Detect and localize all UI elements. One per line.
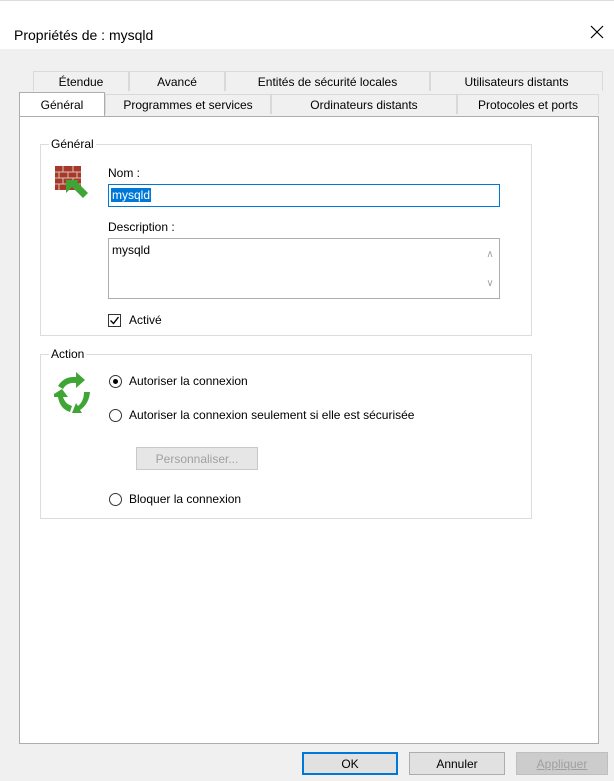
tab-panel-general: Général Nom : mysqld Description : mysql… <box>19 116 599 744</box>
scroll-down-icon[interactable]: ∨ <box>485 279 495 289</box>
block-connection-radio[interactable] <box>109 493 122 506</box>
tab-protocoles-ports[interactable]: Protocoles et ports <box>457 94 599 114</box>
tab-ordinateurs-distants[interactable]: Ordinateurs distants <box>271 94 457 114</box>
allow-secure-connection-label: Autoriser la connexion seulement si elle… <box>129 408 415 422</box>
action-group: Action Autoriser la connexion Autoriser … <box>40 347 532 519</box>
general-group: Général Nom : mysqld Description : mysql… <box>40 137 532 336</box>
checkmark-icon <box>110 316 119 325</box>
cancel-button[interactable]: Annuler <box>409 752 505 775</box>
name-input-value: mysqld <box>111 188 152 202</box>
close-icon <box>590 25 604 39</box>
firewall-brick-icon <box>55 166 88 198</box>
description-label: Description : <box>108 220 175 234</box>
name-input[interactable]: mysqld <box>108 184 500 207</box>
title-bar: Propriétés de : mysqld <box>0 1 614 49</box>
enabled-label: Activé <box>129 313 162 327</box>
tab-avance[interactable]: Avancé <box>129 71 225 91</box>
general-group-title: Général <box>49 137 96 151</box>
name-label: Nom : <box>108 166 141 180</box>
allow-connection-label: Autoriser la connexion <box>129 374 248 388</box>
tab-programmes-services[interactable]: Programmes et services <box>105 94 271 114</box>
apply-button[interactable]: Appliquer <box>516 752 608 775</box>
action-group-title: Action <box>49 347 87 361</box>
radio-selected-dot <box>113 379 118 384</box>
close-button[interactable] <box>586 21 608 43</box>
scroll-up-icon[interactable]: ∧ <box>485 250 495 260</box>
allow-secure-connection-radio[interactable] <box>109 409 122 422</box>
block-connection-label: Bloquer la connexion <box>129 492 242 506</box>
tab-general[interactable]: Général <box>19 92 105 116</box>
tab-entites-securite-locales[interactable]: Entités de sécurité locales <box>225 71 430 91</box>
tab-utilisateurs-distants[interactable]: Utilisateurs distants <box>430 71 603 91</box>
allow-connection-radio[interactable] <box>109 375 122 388</box>
tab-etendue[interactable]: Étendue <box>33 71 129 91</box>
ok-button[interactable]: OK <box>302 752 398 775</box>
window-title: Propriétés de : mysqld <box>14 27 154 43</box>
properties-dialog: Propriétés de : mysqld Étendue Avancé En… <box>0 0 614 781</box>
customize-button[interactable]: Personnaliser... <box>136 447 258 470</box>
refresh-arrows-icon <box>54 372 90 413</box>
description-value: mysqld <box>112 243 151 257</box>
enabled-checkbox[interactable] <box>108 314 121 327</box>
description-textarea[interactable]: mysqld ∧ ∨ <box>108 238 500 299</box>
